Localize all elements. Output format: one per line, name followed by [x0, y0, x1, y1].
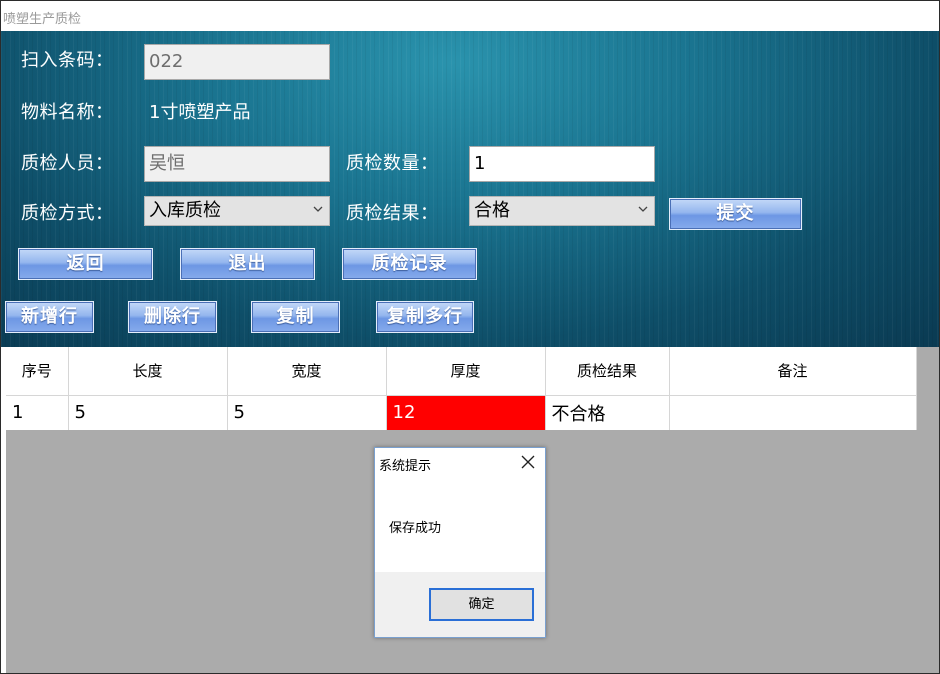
inspector-label: 质检人员：: [21, 153, 114, 174]
dialog-body: 保存成功: [375, 478, 545, 572]
title-bar[interactable]: 喷塑生产质检: [1, 1, 939, 31]
table-cell[interactable]: [669, 395, 917, 430]
column-header[interactable]: 宽度: [227, 347, 387, 396]
window-title: 喷塑生产质检: [3, 12, 82, 27]
column-header[interactable]: 质检结果: [545, 347, 670, 396]
dialog-title: 系统提示: [379, 459, 432, 474]
column-header[interactable]: 备注: [669, 347, 917, 396]
ok-button[interactable]: 确定: [429, 588, 534, 621]
exit-button[interactable]: 退出: [180, 248, 315, 280]
data-table: 序号 长度 宽度 厚度 质检结果 备注 1 5 5 12 不合格: [6, 347, 917, 430]
column-header[interactable]: 厚度: [386, 347, 546, 396]
close-icon[interactable]: [521, 455, 535, 469]
method-select-value: 入库质检: [149, 200, 221, 221]
table-cell-error[interactable]: 12: [386, 395, 546, 430]
add-row-button[interactable]: 新增行: [5, 301, 94, 333]
delete-row-button[interactable]: 删除行: [128, 301, 217, 333]
table-row[interactable]: 1 5 5 12 不合格: [6, 395, 917, 430]
column-header[interactable]: 序号: [6, 347, 69, 396]
method-select[interactable]: 入库质检: [144, 196, 330, 226]
table-cell[interactable]: 5: [227, 395, 387, 430]
result-label: 质检结果：: [346, 203, 439, 224]
result-select[interactable]: 合格: [469, 196, 655, 226]
submit-button[interactable]: 提交: [669, 198, 802, 230]
back-button[interactable]: 返回: [18, 248, 153, 280]
column-header[interactable]: 长度: [68, 347, 228, 396]
records-button[interactable]: 质检记录: [342, 248, 477, 280]
main-window: 喷塑生产质检 扫入条码： 022 物料名称： 1寸喷塑产品 质检人员： 吴恒 质…: [0, 0, 940, 674]
qty-label: 质检数量：: [346, 153, 439, 174]
result-select-value: 合格: [474, 200, 510, 221]
message-dialog: 系统提示 保存成功 确定: [374, 447, 546, 638]
material-label: 物料名称：: [21, 102, 114, 123]
chevron-down-icon: [313, 206, 323, 212]
form-panel: 扫入条码： 022 物料名称： 1寸喷塑产品 质检人员： 吴恒 质检数量： 1 …: [1, 31, 939, 347]
dialog-message: 保存成功: [389, 521, 442, 536]
inspector-input[interactable]: 吴恒: [144, 146, 330, 182]
table-header-row: 序号 长度 宽度 厚度 质检结果 备注: [6, 347, 917, 396]
table-cell[interactable]: 5: [68, 395, 228, 430]
table-cell[interactable]: 1: [6, 395, 69, 430]
chevron-down-icon: [638, 206, 648, 212]
dialog-title-bar[interactable]: 系统提示: [375, 448, 545, 478]
barcode-label: 扫入条码：: [21, 50, 114, 71]
table-cell[interactable]: 不合格: [545, 395, 670, 430]
material-value: 1寸喷塑产品: [149, 102, 251, 123]
method-label: 质检方式：: [21, 203, 114, 224]
copy-button[interactable]: 复制: [251, 301, 340, 333]
copy-multi-button[interactable]: 复制多行: [376, 301, 474, 333]
qty-input[interactable]: 1: [469, 146, 655, 182]
barcode-input[interactable]: 022: [144, 44, 330, 80]
